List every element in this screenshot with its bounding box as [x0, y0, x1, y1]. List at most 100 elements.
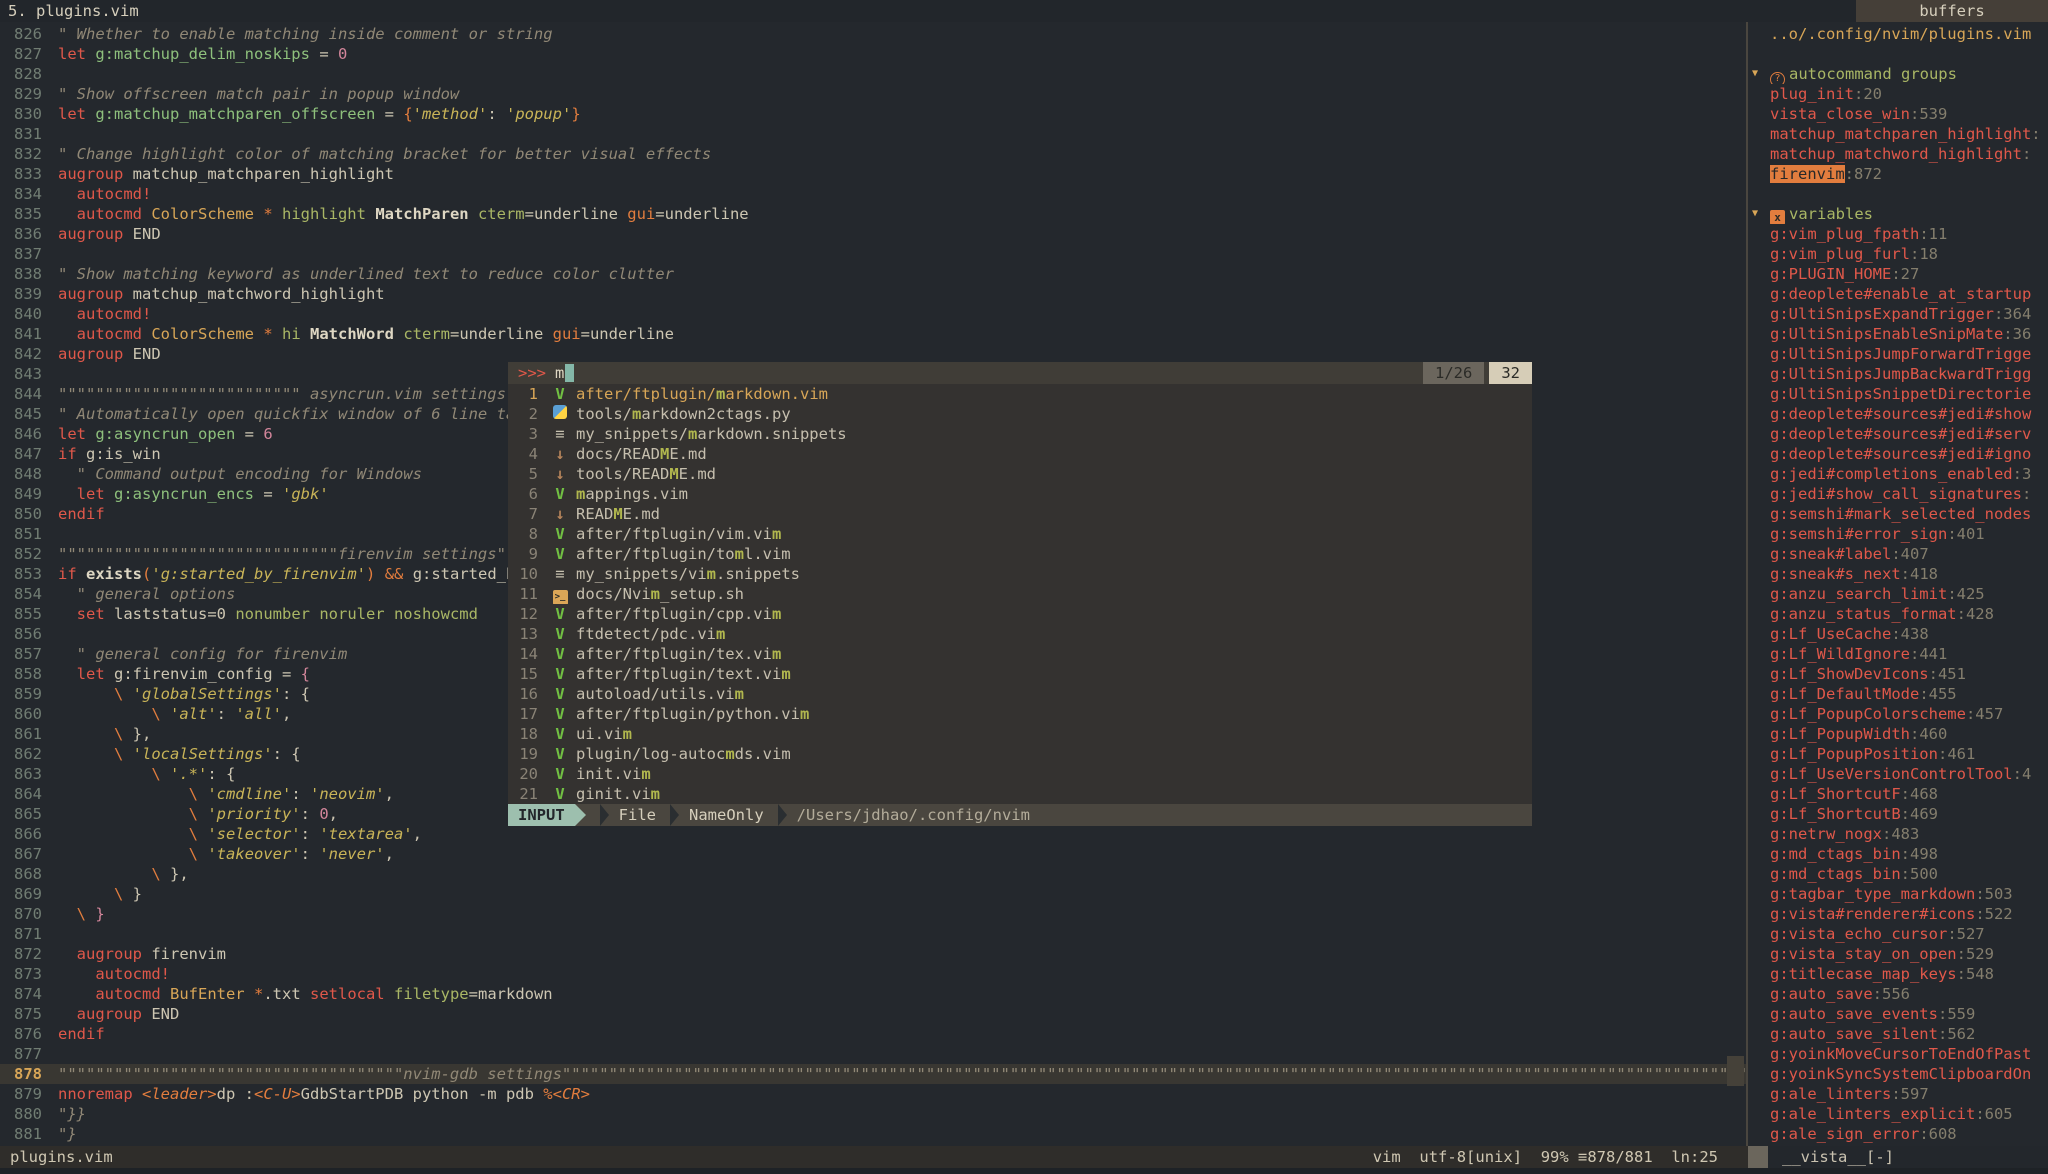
command-line[interactable] — [0, 1168, 2048, 1174]
code-line[interactable]: 838" Show matching keyword as underlined… — [0, 264, 1746, 284]
vista-entry[interactable]: g:yoinkSyncSystemClipboardOn — [1748, 1064, 2048, 1084]
vista-entry[interactable]: g:auto_save_events:559 — [1748, 1004, 2048, 1024]
vista-entry[interactable]: g:auto_save:556 — [1748, 984, 2048, 1004]
vista-entry[interactable]: g:vim_plug_fpath:11 — [1748, 224, 2048, 244]
vista-group-header[interactable]: ▼xvariables — [1748, 204, 2048, 224]
popup-search-line[interactable]: >>> m 1/26 32 — [508, 362, 1532, 384]
popup-item[interactable]: 12Vafter/ftplugin/cpp.vim — [508, 604, 1532, 624]
code-line[interactable]: 869 \ } — [0, 884, 1746, 904]
popup-item[interactable]: 5↓tools/README.md — [508, 464, 1532, 484]
code-line[interactable]: 880"}} — [0, 1104, 1746, 1124]
code-line[interactable]: 830let g:matchup_matchparen_offscreen = … — [0, 104, 1746, 124]
vista-entry[interactable]: g:auto_save_silent:562 — [1748, 1024, 2048, 1044]
vista-entry[interactable]: g:deoplete#sources#jedi#serv — [1748, 424, 2048, 444]
popup-item[interactable]: 1Vafter/ftplugin/markdown.vim — [508, 384, 1532, 404]
popup-item[interactable]: 11>_docs/Nvim_setup.sh — [508, 584, 1532, 604]
fold-arrow-icon[interactable]: ▼ — [1752, 204, 1758, 224]
vista-entry[interactable]: g:vista#renderer#icons:522 — [1748, 904, 2048, 924]
vista-entry[interactable]: g:jedi#show_call_signatures: — [1748, 484, 2048, 504]
vista-entry[interactable]: g:Lf_ShortcutB:469 — [1748, 804, 2048, 824]
vista-entry[interactable]: g:UltiSnipsJumpForwardTrigge — [1748, 344, 2048, 364]
code-line[interactable]: 881"} — [0, 1124, 1746, 1144]
vista-entry[interactable]: g:Lf_PopupColorscheme:457 — [1748, 704, 2048, 724]
vista-entry[interactable]: g:anzu_search_limit:425 — [1748, 584, 2048, 604]
popup-item[interactable]: 14Vafter/ftplugin/tex.vim — [508, 644, 1532, 664]
vista-entry[interactable]: g:vista_echo_cursor:527 — [1748, 924, 2048, 944]
code-line[interactable]: 839augroup matchup_matchword_highlight — [0, 284, 1746, 304]
vista-entry[interactable]: g:PLUGIN_HOME:27 — [1748, 264, 2048, 284]
popup-item[interactable]: 7↓README.md — [508, 504, 1532, 524]
vista-entry[interactable]: g:deoplete#enable_at_startup — [1748, 284, 2048, 304]
code-line[interactable]: 832" Change highlight color of matching … — [0, 144, 1746, 164]
vista-entry[interactable]: g:semshi#mark_selected_nodes — [1748, 504, 2048, 524]
vista-entry[interactable]: g:vim_plug_furl:18 — [1748, 244, 2048, 264]
vista-entry[interactable]: g:Lf_UseVersionControlTool:4 — [1748, 764, 2048, 784]
vista-entry[interactable]: g:ale_sign_error:608 — [1748, 1124, 2048, 1144]
vista-entry[interactable]: g:md_ctags_bin:498 — [1748, 844, 2048, 864]
vista-entry[interactable]: g:anzu_status_format:428 — [1748, 604, 2048, 624]
code-line[interactable]: 868 \ }, — [0, 864, 1746, 884]
vista-entry[interactable]: g:UltiSnipsEnableSnipMate:36 — [1748, 324, 2048, 344]
editor-scrollbar-thumb[interactable] — [1727, 1056, 1744, 1086]
vista-entry[interactable]: g:semshi#error_sign:401 — [1748, 524, 2048, 544]
popup-item[interactable]: 3≡my_snippets/markdown.snippets — [508, 424, 1532, 444]
vista-entry[interactable]: matchup_matchword_highlight: — [1748, 144, 2048, 164]
vista-entry[interactable]: g:Lf_WildIgnore:441 — [1748, 644, 2048, 664]
vista-entry[interactable]: g:yoinkMoveCursorToEndOfPast — [1748, 1044, 2048, 1064]
code-line[interactable]: 877 — [0, 1044, 1746, 1064]
tab-buffers[interactable]: buffers — [1856, 0, 2048, 22]
vista-entry[interactable]: matchup_matchparen_highlight: — [1748, 124, 2048, 144]
vista-group-header[interactable]: ▼?autocommand groups — [1748, 64, 2048, 84]
popup-item[interactable]: 19Vplugin/log-autocmds.vim — [508, 744, 1532, 764]
popup-item[interactable]: 4↓docs/README.md — [508, 444, 1532, 464]
vista-entry[interactable]: plug_init:20 — [1748, 84, 2048, 104]
code-line[interactable]: 878"""""""""""""""""""""""""""""""""""""… — [0, 1064, 1746, 1084]
vista-entry[interactable]: g:deoplete#sources#jedi#show — [1748, 404, 2048, 424]
popup-item[interactable]: 13Vftdetect/pdc.vim — [508, 624, 1532, 644]
code-line[interactable]: 836augroup END — [0, 224, 1746, 244]
code-line[interactable]: 866 \ 'selector': 'textarea', — [0, 824, 1746, 844]
code-line[interactable]: 867 \ 'takeover': 'never', — [0, 844, 1746, 864]
vista-entry[interactable]: g:vista_stay_on_open:529 — [1748, 944, 2048, 964]
vista-entry[interactable]: g:UltiSnipsExpandTrigger:364 — [1748, 304, 2048, 324]
vista-entry[interactable]: g:tagbar_type_markdown:503 — [1748, 884, 2048, 904]
code-line[interactable]: 871 — [0, 924, 1746, 944]
popup-item[interactable]: 18Vui.vim — [508, 724, 1532, 744]
vista-entry[interactable]: g:ale_linters_explicit:605 — [1748, 1104, 2048, 1124]
vista-entry[interactable]: g:ale_linters:597 — [1748, 1084, 2048, 1104]
vista-entry[interactable]: g:Lf_ShortcutF:468 — [1748, 784, 2048, 804]
popup-item[interactable]: 20Vinit.vim — [508, 764, 1532, 784]
code-line[interactable]: 879nnoremap <leader>dp :<C-U>GdbStartPDB… — [0, 1084, 1746, 1104]
popup-item[interactable]: 21Vginit.vim — [508, 784, 1532, 804]
code-line[interactable]: 874 autocmd BufEnter *.txt setlocal file… — [0, 984, 1746, 1004]
code-line[interactable]: 827let g:matchup_delim_noskips = 0 — [0, 44, 1746, 64]
code-line[interactable]: 837 — [0, 244, 1746, 264]
vista-entry[interactable]: g:jedi#completions_enabled:3 — [1748, 464, 2048, 484]
popup-item[interactable]: 15Vafter/ftplugin/text.vim — [508, 664, 1532, 684]
code-line[interactable]: 840 autocmd! — [0, 304, 1746, 324]
vista-entry[interactable]: g:sneak#label:407 — [1748, 544, 2048, 564]
popup-item[interactable]: 8Vafter/ftplugin/vim.vim — [508, 524, 1532, 544]
tab-buffer-label[interactable]: 5. plugins.vim — [8, 1, 139, 21]
vista-entry[interactable]: g:netrw_nogx:483 — [1748, 824, 2048, 844]
code-line[interactable]: 870 \ } — [0, 904, 1746, 924]
fold-arrow-icon[interactable]: ▼ — [1752, 64, 1758, 84]
code-line[interactable]: 876endif — [0, 1024, 1746, 1044]
code-line[interactable]: 833augroup matchup_matchparen_highlight — [0, 164, 1746, 184]
code-line[interactable]: 828 — [0, 64, 1746, 84]
vista-entry[interactable]: g:Lf_UseCache:438 — [1748, 624, 2048, 644]
popup-item[interactable]: 16Vautoload/utils.vim — [508, 684, 1532, 704]
code-line[interactable]: 835 autocmd ColorScheme * highlight Matc… — [0, 204, 1746, 224]
vista-entry[interactable]: g:titlecase_map_keys:548 — [1748, 964, 2048, 984]
code-line[interactable]: 841 autocmd ColorScheme * hi MatchWord c… — [0, 324, 1746, 344]
vista-entry[interactable]: g:Lf_PopupPosition:461 — [1748, 744, 2048, 764]
vista-entry[interactable]: g:md_ctags_bin:500 — [1748, 864, 2048, 884]
code-line[interactable]: 875 augroup END — [0, 1004, 1746, 1024]
vista-entry[interactable]: firenvim:872 — [1748, 164, 2048, 184]
vista-entry[interactable]: g:UltiSnipsJumpBackwardTrigg — [1748, 364, 2048, 384]
vista-entry[interactable]: g:Lf_PopupWidth:460 — [1748, 724, 2048, 744]
code-line[interactable]: 826" Whether to enable matching inside c… — [0, 24, 1746, 44]
vista-entry[interactable]: g:Lf_DefaultMode:455 — [1748, 684, 2048, 704]
vista-entry[interactable]: g:Lf_ShowDevIcons:451 — [1748, 664, 2048, 684]
code-line[interactable]: 831 — [0, 124, 1746, 144]
